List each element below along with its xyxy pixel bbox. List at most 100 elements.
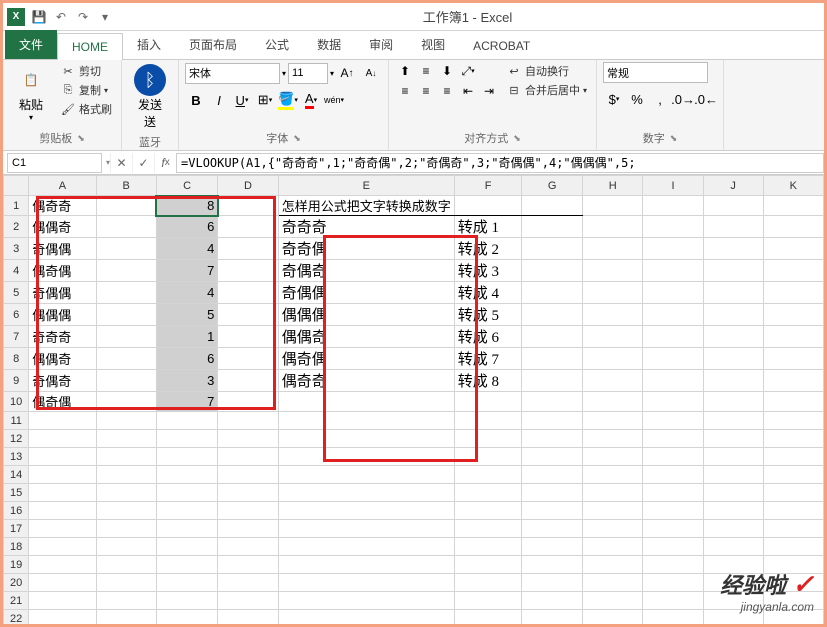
cell-E15[interactable]: [278, 484, 454, 502]
cell-F13[interactable]: [454, 448, 522, 466]
row-header-2[interactable]: 2: [4, 216, 29, 238]
qat-customize[interactable]: ▾: [95, 7, 115, 27]
cell-G17[interactable]: [522, 520, 583, 538]
cell-E10[interactable]: [278, 392, 454, 412]
cell-E21[interactable]: [278, 592, 454, 610]
cell-D5[interactable]: [218, 282, 278, 304]
cell-B15[interactable]: [96, 484, 156, 502]
cell-F9[interactable]: 转成 8: [454, 370, 522, 392]
cell-G20[interactable]: [522, 574, 583, 592]
tab-home[interactable]: HOME: [57, 33, 123, 60]
cell-C21[interactable]: [156, 592, 217, 610]
cell-K8[interactable]: [763, 348, 823, 370]
cell-C10[interactable]: 7: [156, 392, 217, 412]
cell-A8[interactable]: 偶偶奇: [29, 348, 96, 370]
number-launcher[interactable]: ⬊: [670, 133, 678, 144]
cell-B22[interactable]: [96, 610, 156, 625]
cell-A17[interactable]: [29, 520, 96, 538]
cell-F19[interactable]: [454, 556, 522, 574]
cell-J5[interactable]: [703, 282, 763, 304]
cell-G7[interactable]: [522, 326, 583, 348]
cell-E13[interactable]: [278, 448, 454, 466]
cell-G9[interactable]: [522, 370, 583, 392]
cell-A9[interactable]: 奇偶奇: [29, 370, 96, 392]
cell-I21[interactable]: [643, 592, 703, 610]
cell-F22[interactable]: [454, 610, 522, 625]
row-header-22[interactable]: 22: [4, 610, 29, 625]
cell-F16[interactable]: [454, 502, 522, 520]
decrease-decimal-icon[interactable]: .0←: [695, 88, 717, 110]
cell-E7[interactable]: 偶偶奇: [278, 326, 454, 348]
save-button[interactable]: 💾: [29, 7, 49, 27]
decrease-indent-icon[interactable]: ⇤: [458, 82, 478, 100]
increase-decimal-icon[interactable]: .0→: [672, 88, 694, 110]
cell-G16[interactable]: [522, 502, 583, 520]
cell-I3[interactable]: [643, 238, 703, 260]
cell-H2[interactable]: [582, 216, 642, 238]
cell-J12[interactable]: [703, 430, 763, 448]
cell-I18[interactable]: [643, 538, 703, 556]
cell-A20[interactable]: [29, 574, 96, 592]
bluetooth-send-button[interactable]: ᛒ 发送 送: [128, 62, 172, 132]
column-header-E[interactable]: E: [278, 176, 454, 196]
cell-G13[interactable]: [522, 448, 583, 466]
cell-D14[interactable]: [218, 466, 278, 484]
cell-D21[interactable]: [218, 592, 278, 610]
cell-A18[interactable]: [29, 538, 96, 556]
copy-button[interactable]: ⎘复制▾: [57, 81, 115, 99]
cell-C19[interactable]: [156, 556, 217, 574]
cell-H12[interactable]: [582, 430, 642, 448]
cell-I1[interactable]: [643, 196, 703, 216]
cell-G21[interactable]: [522, 592, 583, 610]
cell-D4[interactable]: [218, 260, 278, 282]
cell-B14[interactable]: [96, 466, 156, 484]
cell-B11[interactable]: [96, 412, 156, 430]
percent-button[interactable]: %: [626, 88, 648, 110]
cell-F10[interactable]: [454, 392, 522, 412]
cell-E19[interactable]: [278, 556, 454, 574]
number-format-combo[interactable]: [603, 62, 708, 83]
cell-A11[interactable]: [29, 412, 96, 430]
cell-K18[interactable]: [763, 538, 823, 556]
cell-B7[interactable]: [96, 326, 156, 348]
cell-I2[interactable]: [643, 216, 703, 238]
cell-H7[interactable]: [582, 326, 642, 348]
cell-C20[interactable]: [156, 574, 217, 592]
cell-I19[interactable]: [643, 556, 703, 574]
cell-J8[interactable]: [703, 348, 763, 370]
enter-formula-icon[interactable]: ✓: [132, 153, 154, 173]
cell-H9[interactable]: [582, 370, 642, 392]
cell-E5[interactable]: 奇偶偶: [278, 282, 454, 304]
column-header-D[interactable]: D: [218, 176, 278, 196]
row-header-18[interactable]: 18: [4, 538, 29, 556]
cell-J15[interactable]: [703, 484, 763, 502]
row-header-14[interactable]: 14: [4, 466, 29, 484]
row-header-4[interactable]: 4: [4, 260, 29, 282]
cell-B9[interactable]: [96, 370, 156, 392]
cell-H21[interactable]: [582, 592, 642, 610]
font-size-combo[interactable]: [288, 63, 328, 84]
redo-button[interactable]: ↷: [73, 7, 93, 27]
cell-D15[interactable]: [218, 484, 278, 502]
cell-H8[interactable]: [582, 348, 642, 370]
cell-E6[interactable]: 偶偶偶: [278, 304, 454, 326]
row-header-1[interactable]: 1: [4, 196, 29, 216]
cell-K15[interactable]: [763, 484, 823, 502]
spreadsheet-grid[interactable]: ABCDEFGHIJK1偶奇奇8怎样用公式把文字转换成数字2偶偶奇6奇奇奇转成 …: [3, 175, 824, 624]
column-header-A[interactable]: A: [29, 176, 96, 196]
row-header-11[interactable]: 11: [4, 412, 29, 430]
cell-A12[interactable]: [29, 430, 96, 448]
underline-button[interactable]: U▾: [231, 89, 253, 111]
cell-C12[interactable]: [156, 430, 217, 448]
cell-K11[interactable]: [763, 412, 823, 430]
cell-B4[interactable]: [96, 260, 156, 282]
cell-B8[interactable]: [96, 348, 156, 370]
cell-C7[interactable]: 1: [156, 326, 217, 348]
cell-H1[interactable]: [582, 196, 642, 216]
cell-A14[interactable]: [29, 466, 96, 484]
cell-H17[interactable]: [582, 520, 642, 538]
cell-C17[interactable]: [156, 520, 217, 538]
cell-I13[interactable]: [643, 448, 703, 466]
cell-E22[interactable]: [278, 610, 454, 625]
cell-C3[interactable]: 4: [156, 238, 217, 260]
